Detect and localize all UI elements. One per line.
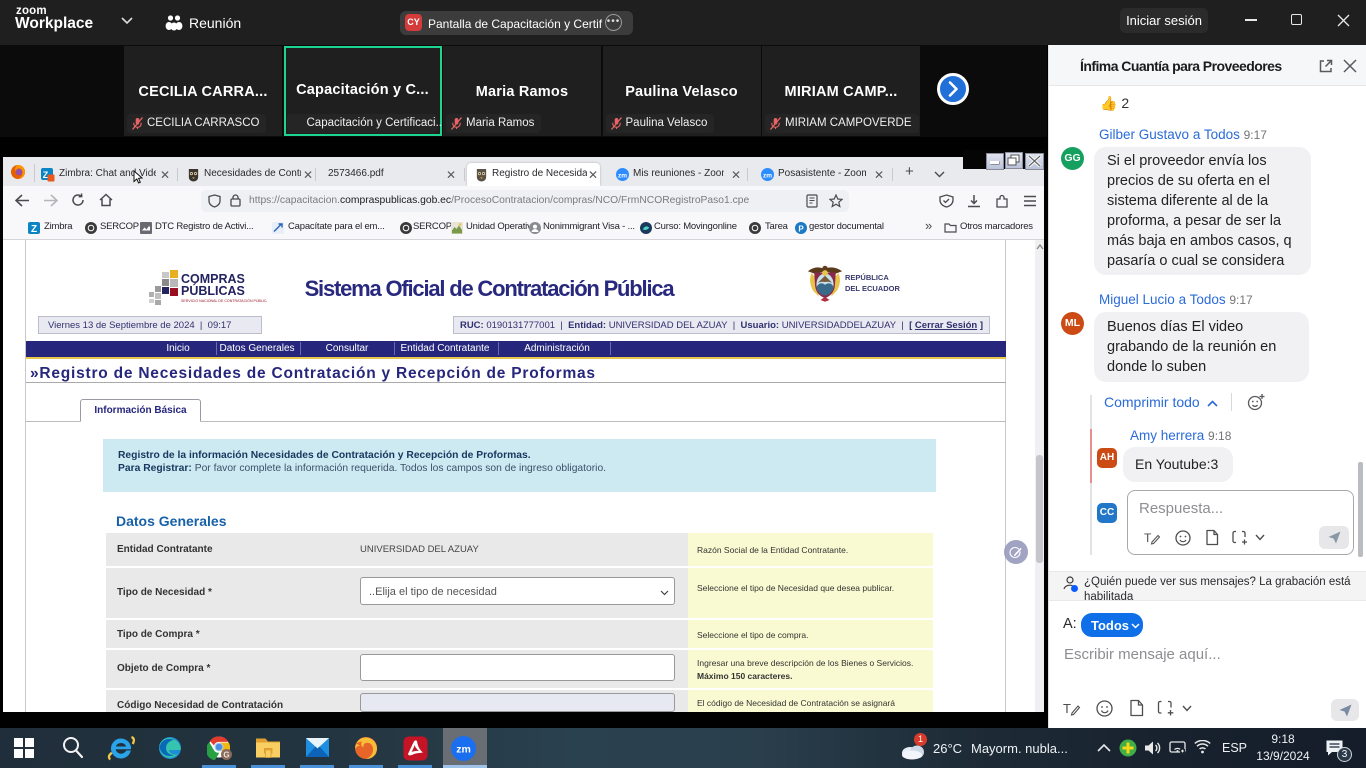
svg-text:zm: zm <box>618 172 627 179</box>
svg-text:T: T <box>1063 701 1071 716</box>
svg-text:zm: zm <box>456 744 471 756</box>
svg-text:DEL ECUADOR: DEL ECUADOR <box>845 284 900 293</box>
svg-text:G: G <box>223 751 229 760</box>
svg-text:Z: Z <box>31 224 37 234</box>
svg-text:zm: zm <box>763 172 772 179</box>
svg-text:REPÚBLICA: REPÚBLICA <box>845 273 889 282</box>
svg-text:T: T <box>1144 531 1152 545</box>
svg-text:P: P <box>798 225 804 234</box>
